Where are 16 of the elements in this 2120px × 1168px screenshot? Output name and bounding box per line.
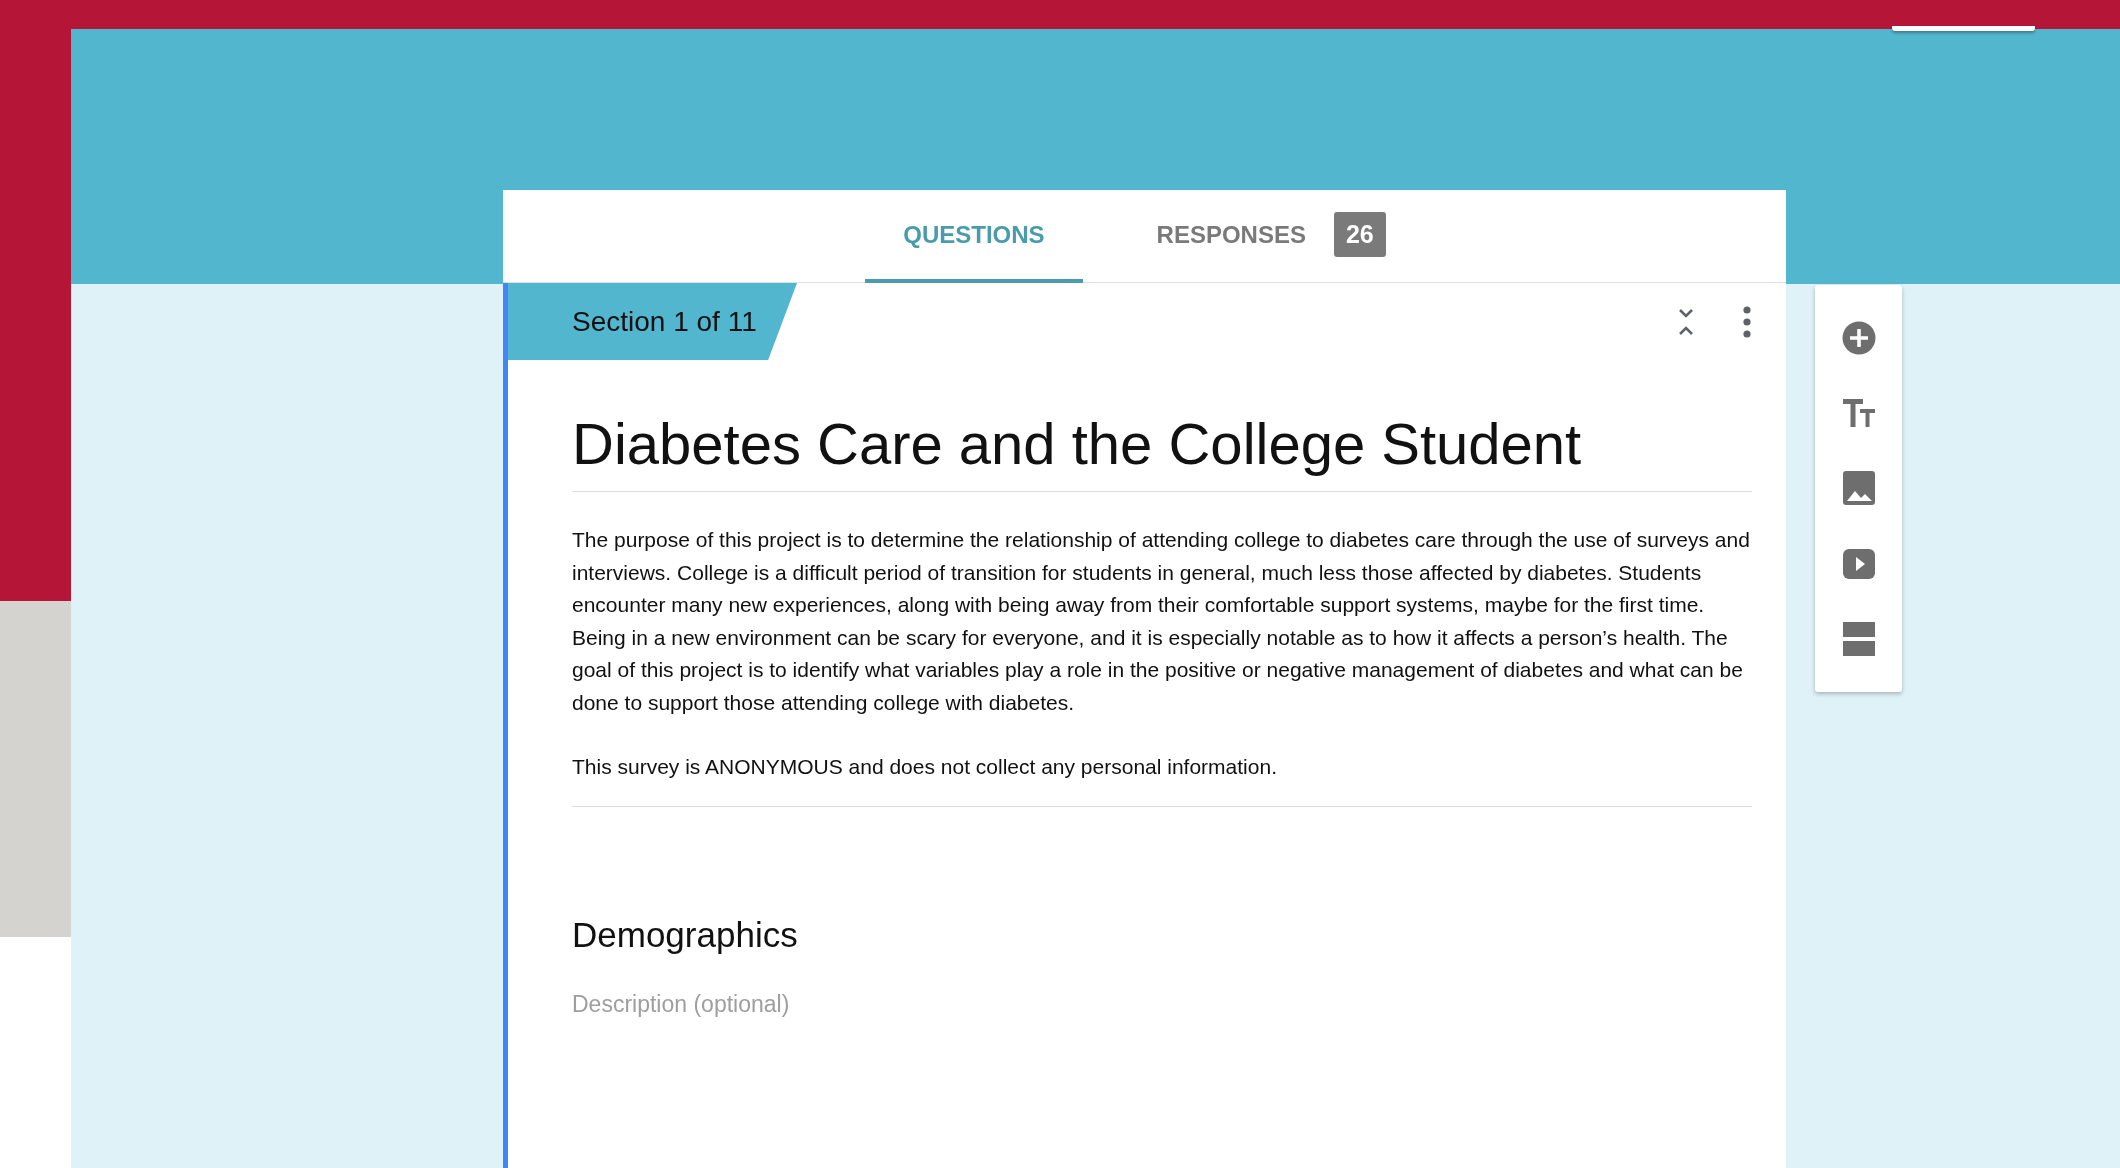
- collapse-icon[interactable]: [1676, 306, 1696, 337]
- form-description: The purpose of this project is to determine the relationship of attending college to diabetes care through the use of surveys and interviews. College is a difficult period of transition for students in general, much less those affected by diabetes. Students encounter many new experiences, along with being away from their comfortable support systems, maybe for the first time. Being in a new environment can be scary for everyone, and it is especially notable as to how it affects a person’s health. The goal of this project is to identify what variables play a role in the positive or negative management of diabetes and what can be done to support those attending college with diabetes.: [572, 527, 1751, 716]
- image-icon[interactable]: [1841, 470, 1876, 507]
- section-title[interactable]: Demographics: [572, 914, 798, 955]
- count-badge: 26: [1333, 212, 1386, 257]
- more-icon[interactable]: [1742, 304, 1752, 339]
- add-icon[interactable]: [1840, 319, 1877, 356]
- form-title[interactable]: Diabetes Care and the College Student: [572, 410, 1752, 492]
- video-icon[interactable]: [1841, 547, 1876, 580]
- tab[interactable]: RESPONSES 26: [1118, 190, 1424, 283]
- section-icon[interactable]: [1841, 621, 1876, 658]
- text-size-icon[interactable]: [1841, 397, 1876, 430]
- form-description: This survey is ANONYMOUS and does not collect any personal information.: [572, 754, 1278, 780]
- section-label: Section 1 of 11: [508, 283, 797, 360]
- tab-label: RESPONSES: [1156, 220, 1306, 249]
- tab-label: QUESTIONS: [903, 220, 1045, 249]
